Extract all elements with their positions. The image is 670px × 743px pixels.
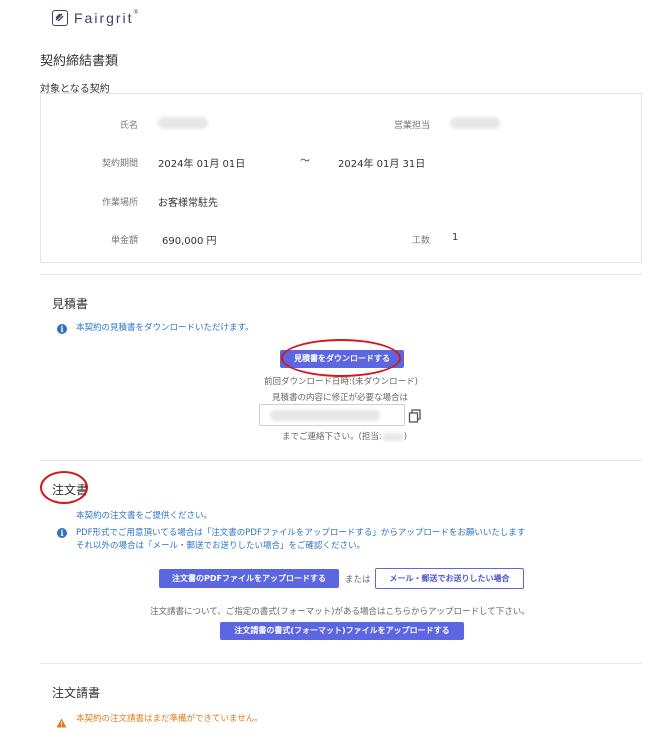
contact-note-text: までご連絡下さい。(担当:) — [282, 432, 408, 442]
estimate-title: 見積書 — [52, 297, 89, 311]
logo-icon — [52, 10, 68, 26]
sales-value-redacted — [450, 117, 500, 129]
order-info-line2: PDF形式でご用意頂いてる場合は「注文書のPDFファイルをアップロードする」から… — [76, 528, 526, 538]
highlight-ring — [40, 471, 88, 504]
location-value: お客様常駐先 — [158, 198, 218, 209]
period-label: 契約期間 — [101, 159, 138, 169]
period-start: 2024年 01月 01日 — [158, 159, 246, 170]
fix-note-text: 見積書の内容に修正が必要な場合は — [272, 393, 409, 403]
sales-label: 営業担当 — [393, 121, 430, 131]
name-value-redacted — [158, 117, 208, 129]
name-label: 氏名 — [119, 121, 138, 131]
price-value: 690,000 円 — [162, 236, 217, 247]
divider — [40, 663, 642, 664]
format-note-text: 注文請書について、ご指定の書式(フォーマット)がある場合はこちらからアップロード… — [150, 607, 530, 617]
brand-logo: Fairgrit® — [52, 10, 140, 26]
order-info-line1: 本契約の注文書をご提供ください。 — [76, 511, 213, 521]
copy-icon[interactable] — [408, 408, 422, 423]
mail-post-option-button[interactable]: メール・郵送でお送りしたい場合 — [375, 568, 524, 589]
upload-format-file-button[interactable]: 注文請書の書式(フォーマット)ファイルをアップロードする — [220, 622, 464, 640]
location-label: 作業場所 — [101, 198, 138, 208]
or-text: または — [345, 575, 371, 585]
info-icon: i — [57, 528, 67, 538]
warning-icon — [56, 713, 67, 728]
upload-order-pdf-button[interactable]: 注文書のPDFファイルをアップロードする — [159, 569, 339, 588]
last-download-text: 前回ダウンロード日時:(未ダウンロード) — [264, 377, 418, 387]
man-hours-label: 工数 — [411, 236, 430, 246]
contact-person-redacted — [381, 432, 404, 441]
highlight-ring — [281, 339, 401, 377]
period-separator: 〜 — [300, 156, 310, 167]
divider — [40, 460, 642, 461]
order-info-line3: それ以外の場合は「メール・郵送でお送りしたい場合」をご確認ください。 — [76, 541, 366, 551]
acceptance-title: 注文請書 — [52, 686, 101, 700]
price-label: 単金額 — [110, 236, 138, 246]
info-icon: i — [57, 324, 67, 334]
brand-name: Fairgrit® — [74, 10, 140, 26]
page-title: 契約締結書類 — [40, 54, 119, 69]
period-end: 2024年 01月 31日 — [338, 159, 426, 170]
acceptance-warning-text: 本契約の注文請書はまだ準備ができていません。 — [76, 714, 263, 724]
man-hours-value: 1 — [452, 232, 459, 243]
estimate-info-text: 本契約の見積書をダウンロードいただけます。 — [76, 323, 254, 333]
contact-email-field[interactable] — [259, 404, 405, 426]
contact-email-redacted — [270, 410, 380, 421]
divider — [40, 274, 642, 275]
